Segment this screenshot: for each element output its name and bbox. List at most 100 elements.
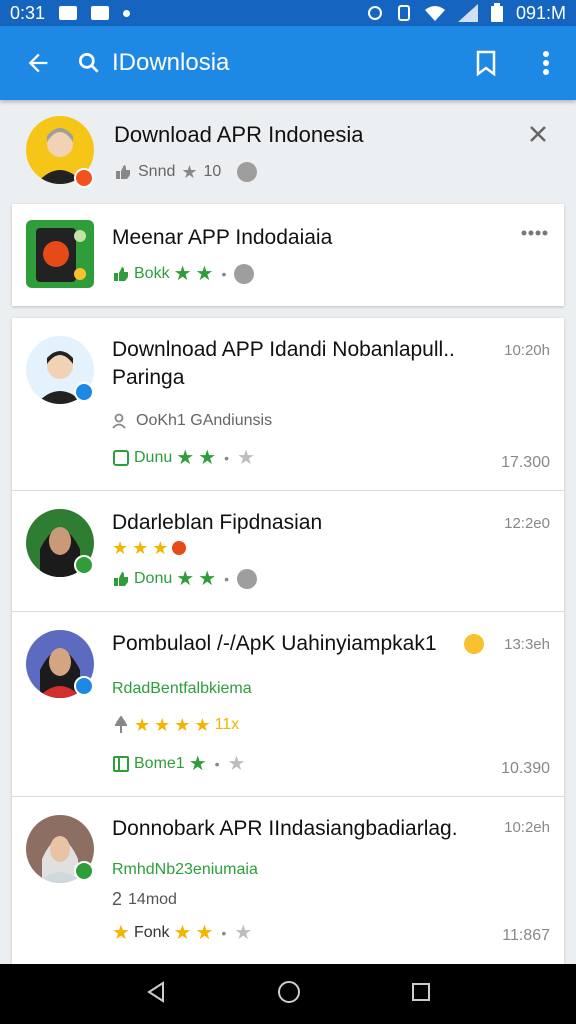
- star-icon: ★: [154, 715, 171, 735]
- search-icon: [78, 52, 99, 73]
- item-author-text: 14mod: [128, 890, 177, 908]
- star-icon: ★: [195, 263, 214, 285]
- signal-icon: [457, 4, 478, 22]
- status-time: 0:31: [10, 2, 46, 23]
- app-card-meta: Bokk ★ ★ •: [112, 263, 255, 285]
- item-time: 12:2e0: [504, 515, 550, 532]
- item-rating: ★ ★ ★ ★ 11x: [112, 716, 239, 734]
- list-item[interactable]: Pombulaol /-/ApK Uahinyiampkak1 13:3eh R…: [12, 612, 564, 796]
- triangle-back-icon: [147, 980, 164, 1003]
- star-icon: ★: [134, 715, 151, 735]
- status-bar: 0:31 091:M: [0, 0, 576, 26]
- featured-row[interactable]: Download APR Indonesia Snnd ★ 10: [0, 100, 576, 198]
- separator-dot: •: [221, 266, 227, 282]
- search-field[interactable]: IDownlosia: [76, 26, 456, 100]
- app-card-more-button[interactable]: [520, 224, 548, 242]
- star-icon: ★: [152, 538, 169, 558]
- app-card[interactable]: Meenar APP Indodaiaia Bokk ★ ★ •: [12, 204, 564, 306]
- list-item[interactable]: Downlnoad APP Idandi Nobanlapull.. Parin…: [12, 318, 564, 490]
- star-empty-icon: ★: [227, 753, 246, 775]
- status-badge: [74, 382, 94, 402]
- star-icon: ★: [176, 568, 195, 590]
- app-bar: IDownlosia: [0, 26, 576, 100]
- featured-meta: Snnd ★ 10: [114, 162, 258, 182]
- item-meta: ★ Fonk ★ ★ • ★: [112, 923, 252, 943]
- close-icon: [530, 126, 546, 142]
- list-item[interactable]: Donnobark APR IIndasiangbadiarlag. 10:2e…: [12, 797, 564, 964]
- star-icon: ★: [198, 447, 217, 469]
- item-meta-label: Donu: [134, 570, 173, 587]
- globe-icon: [237, 569, 258, 589]
- search-text: IDownlosia: [112, 49, 230, 76]
- star-icon: ★: [181, 162, 198, 182]
- nav-back-button[interactable]: [145, 980, 167, 1008]
- star-icon: ★: [195, 922, 214, 944]
- battery-icon: [490, 3, 503, 22]
- star-icon: ★: [194, 715, 211, 735]
- list-item[interactable]: Ddarleblan Fipdnasian 12:2e0 ★ ★ ★ Donu …: [12, 491, 564, 611]
- globe-icon: [237, 162, 258, 182]
- dot-icon: [123, 9, 131, 17]
- nfc-icon: [367, 6, 382, 20]
- back-button[interactable]: [0, 26, 76, 100]
- item-count: 17.300: [501, 454, 550, 471]
- square-recents-icon: [412, 982, 430, 1001]
- item-title: Downlnoad APP Idandi Nobanlapull..: [112, 338, 455, 361]
- people-icon: [112, 413, 126, 429]
- item-count: 11:867: [502, 927, 550, 944]
- pin-icon: [115, 716, 127, 733]
- more-vert-icon: [543, 51, 549, 75]
- item-meta: Dunu ★ ★ • ★: [112, 448, 255, 468]
- featured-title: Download APR Indonesia: [114, 122, 364, 147]
- item-title-line2: Paringa: [112, 366, 185, 389]
- thumb-icon: [114, 267, 128, 281]
- vibrate-icon: [397, 5, 410, 21]
- nav-home-button[interactable]: [277, 980, 301, 1009]
- author-number-icon: 2: [112, 889, 123, 909]
- item-meta: Donu ★ ★ •: [112, 568, 258, 590]
- app-card-meta-label: Bokk: [134, 265, 170, 282]
- item-title: Pombulaol /-/ApK Uahinyiampkak1: [112, 632, 437, 655]
- circle-icon: [172, 541, 187, 555]
- status-badge: [74, 861, 94, 881]
- bookmark-button[interactable]: [456, 26, 516, 100]
- nav-recents-button[interactable]: [411, 982, 431, 1007]
- notification-icon: [59, 6, 78, 20]
- separator-dot: •: [214, 756, 220, 772]
- star-icon: ★: [176, 447, 195, 469]
- item-time: 13:3eh: [504, 636, 550, 653]
- item-time: 10:2eh: [504, 819, 550, 836]
- star-icon: ★: [112, 538, 129, 558]
- item-author: 2 14mod: [112, 889, 177, 910]
- star-icon: ★: [173, 922, 192, 944]
- navigation-bar: [0, 964, 576, 1024]
- app-icon: [26, 220, 94, 288]
- more-options-button[interactable]: [516, 26, 576, 100]
- item-time: 10:20h: [504, 342, 550, 359]
- star-icon: ★: [112, 922, 130, 944]
- item-meta-label: Fonk: [133, 924, 170, 941]
- featured-meta-text: Snnd: [138, 163, 176, 180]
- item-subtitle: RmhdNb23eniumaia: [112, 861, 258, 878]
- more-horiz-icon: [521, 230, 548, 236]
- item-rating: ★ ★ ★: [112, 538, 187, 558]
- item-count: 10.390: [501, 760, 550, 777]
- item-meta-label: Bome1: [134, 755, 185, 772]
- wifi-icon: [424, 6, 445, 21]
- status-badge: [74, 555, 94, 575]
- close-button[interactable]: [526, 122, 550, 146]
- star-icon: ★: [173, 263, 192, 285]
- status-right-time: 091:M: [515, 2, 566, 23]
- emoji-icon: [464, 634, 484, 654]
- separator-dot: •: [224, 450, 230, 466]
- item-meta-label: Dunu: [134, 449, 173, 466]
- star-icon: ★: [132, 538, 149, 558]
- star-icon: ★: [174, 715, 191, 735]
- star-icon: ★: [198, 568, 217, 590]
- separator-dot: •: [221, 925, 227, 941]
- circle-home-icon: [278, 980, 300, 1003]
- book-icon: [113, 756, 129, 772]
- item-subtitle-text: OoKh1 GAndiunsis: [136, 412, 273, 429]
- bookmark-icon: [476, 50, 496, 76]
- item-rating-suffix: 11x: [214, 716, 240, 733]
